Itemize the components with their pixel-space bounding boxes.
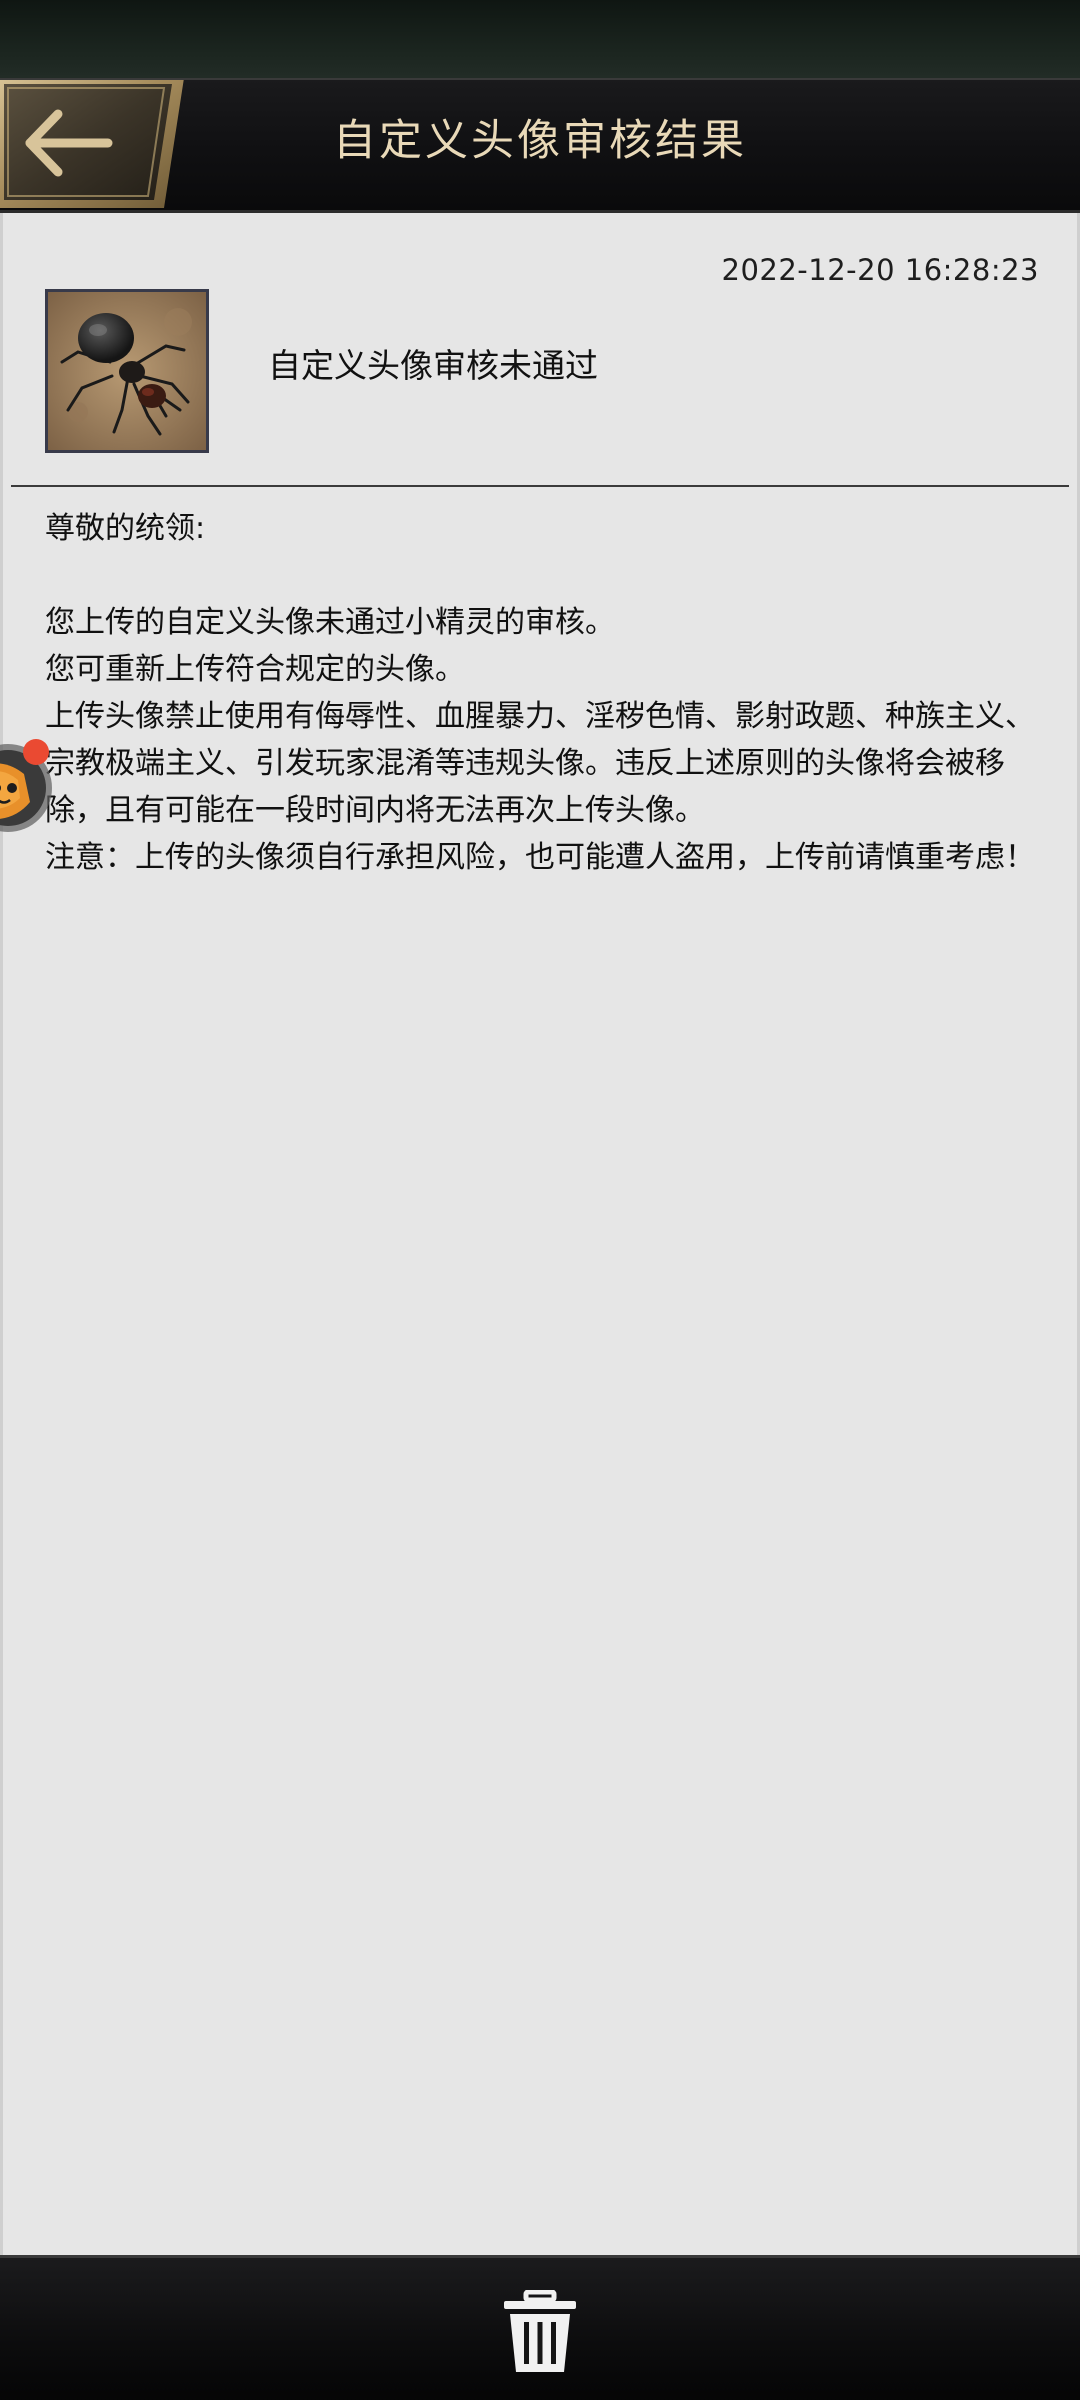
floating-assistant-button[interactable] <box>0 728 64 840</box>
back-button[interactable] <box>0 78 184 208</box>
delete-button[interactable] <box>500 2289 580 2376</box>
divider <box>11 485 1069 487</box>
mail-content: 2022-12-20 16:28:23 自定义头像审核未通过 尊敬的统领: 您上… <box>0 213 1080 2255</box>
back-arrow-icon <box>0 78 184 208</box>
message-line-2: 您可重新上传符合规定的头像。 <box>45 652 465 687</box>
message-line-4: 注意：上传的头像须自行承担风险，也可能遭人盗用，上传前请慎重考虑！ <box>45 840 1035 875</box>
floating-assistant-icon <box>0 739 52 832</box>
page-title: 自定义头像审核结果 <box>333 116 747 166</box>
trash-icon <box>504 2289 576 2372</box>
message-line-1: 您上传的自定义头像未通过小精灵的审核。 <box>45 605 615 640</box>
message-body: 尊敬的统领: 您上传的自定义头像未通过小精灵的审核。 您可重新上传符合规定的头像… <box>45 505 1045 881</box>
mail-timestamp: 2022-12-20 16:28:23 <box>721 253 1039 287</box>
message-line-3: 上传头像禁止使用有侮辱性、血腥暴力、淫秽色情、影射政题、种族主义、宗教极端主义、… <box>45 699 1035 828</box>
result-title: 自定义头像审核未通过 <box>268 346 598 385</box>
avatar <box>45 289 209 453</box>
salutation: 尊敬的统领: <box>45 511 206 546</box>
status-bar <box>0 0 1080 78</box>
bottom-toolbar <box>0 2255 1080 2400</box>
header-bar: 自定义头像审核结果 <box>0 78 1080 213</box>
ant-avatar-image <box>48 292 206 450</box>
